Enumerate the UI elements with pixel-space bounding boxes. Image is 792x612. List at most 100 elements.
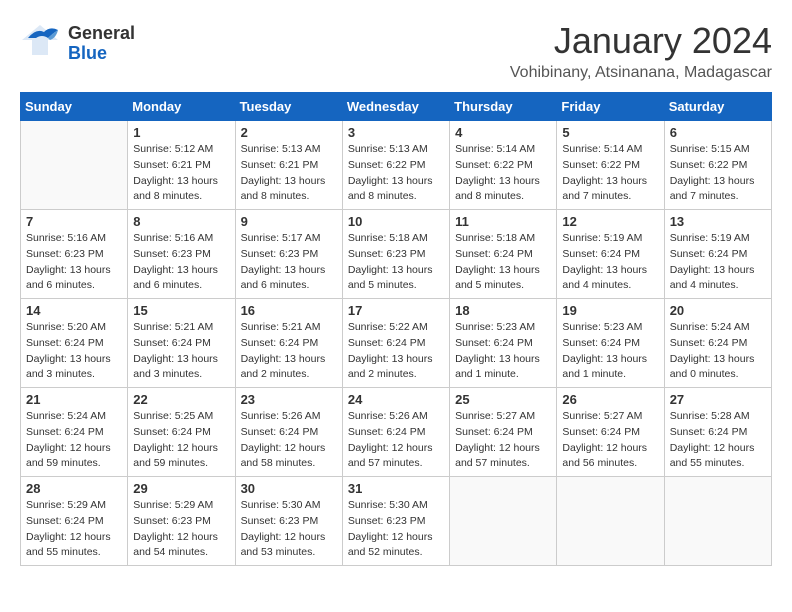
calendar-cell: 5 Sunrise: 5:14 AM Sunset: 6:22 PM Daylig… xyxy=(557,121,664,210)
weekday-header-saturday: Saturday xyxy=(664,93,771,121)
day-number: 27 xyxy=(670,392,766,407)
day-number: 5 xyxy=(562,125,658,140)
calendar-week-row: 1 Sunrise: 5:12 AM Sunset: 6:21 PM Daylig… xyxy=(21,121,772,210)
day-number: 6 xyxy=(670,125,766,140)
logo-general: General xyxy=(68,24,135,44)
day-number: 24 xyxy=(348,392,444,407)
calendar-cell: 1 Sunrise: 5:12 AM Sunset: 6:21 PM Daylig… xyxy=(128,121,235,210)
calendar-week-row: 14Sunrise: 5:20 AM Sunset: 6:24 PM Dayli… xyxy=(21,299,772,388)
weekday-header-thursday: Thursday xyxy=(450,93,557,121)
day-number: 25 xyxy=(455,392,551,407)
day-info: Sunrise: 5:16 AM Sunset: 6:23 PM Dayligh… xyxy=(26,231,122,294)
calendar-cell: 13Sunrise: 5:19 AM Sunset: 6:24 PM Dayli… xyxy=(664,210,771,299)
calendar-cell: 3Sunrise: 5:13 AM Sunset: 6:22 PM Daylig… xyxy=(342,121,449,210)
logo-text: General Blue xyxy=(68,24,135,64)
calendar-cell: 27 Sunrise: 5:28 AM Sunset: 6:24 PM Dayli… xyxy=(664,388,771,477)
day-info: Sunrise: 5:16 AM Sunset: 6:23 PM Dayligh… xyxy=(133,231,229,294)
day-number: 11 xyxy=(455,214,551,229)
day-info: Sunrise: 5:26 AM Sunset: 6:24 PM Dayligh… xyxy=(348,409,444,472)
day-info: Sunrise: 5:14 AM Sunset: 6:22 PM Dayligh… xyxy=(455,142,551,205)
calendar-week-row: 7 Sunrise: 5:16 AM Sunset: 6:23 PM Daylig… xyxy=(21,210,772,299)
day-info: Sunrise: 5:19 AM Sunset: 6:24 PM Dayligh… xyxy=(562,231,658,294)
day-info: Sunrise: 5:24 AM Sunset: 6:24 PM Dayligh… xyxy=(670,320,766,383)
weekday-header-tuesday: Tuesday xyxy=(235,93,342,121)
day-info: Sunrise: 5:27 AM Sunset: 6:24 PM Dayligh… xyxy=(562,409,658,472)
day-number: 22 xyxy=(133,392,229,407)
calendar-cell: 20Sunrise: 5:24 AM Sunset: 6:24 PM Dayli… xyxy=(664,299,771,388)
calendar-cell: 19Sunrise: 5:23 AM Sunset: 6:24 PM Dayli… xyxy=(557,299,664,388)
calendar-cell: 24 Sunrise: 5:26 AM Sunset: 6:24 PM Dayli… xyxy=(342,388,449,477)
day-number: 23 xyxy=(241,392,337,407)
calendar-cell xyxy=(557,477,664,566)
calendar-cell: 18 Sunrise: 5:23 AM Sunset: 6:24 PM Dayli… xyxy=(450,299,557,388)
day-number: 26 xyxy=(562,392,658,407)
day-info: Sunrise: 5:24 AM Sunset: 6:24 PM Dayligh… xyxy=(26,409,122,472)
day-info: Sunrise: 5:22 AM Sunset: 6:24 PM Dayligh… xyxy=(348,320,444,383)
day-info: Sunrise: 5:29 AM Sunset: 6:24 PM Dayligh… xyxy=(26,498,122,561)
calendar-cell: 17 Sunrise: 5:22 AM Sunset: 6:24 PM Dayli… xyxy=(342,299,449,388)
day-info: Sunrise: 5:25 AM Sunset: 6:24 PM Dayligh… xyxy=(133,409,229,472)
day-number: 1 xyxy=(133,125,229,140)
calendar-cell: 6 Sunrise: 5:15 AM Sunset: 6:22 PM Daylig… xyxy=(664,121,771,210)
day-info: Sunrise: 5:21 AM Sunset: 6:24 PM Dayligh… xyxy=(133,320,229,383)
day-info: Sunrise: 5:13 AM Sunset: 6:21 PM Dayligh… xyxy=(241,142,337,205)
day-info: Sunrise: 5:18 AM Sunset: 6:24 PM Dayligh… xyxy=(455,231,551,294)
day-number: 15 xyxy=(133,303,229,318)
title-section: January 2024 Vohibinany, Atsinanana, Mad… xyxy=(510,20,772,82)
calendar-cell: 9Sunrise: 5:17 AM Sunset: 6:23 PM Daylig… xyxy=(235,210,342,299)
calendar-cell xyxy=(664,477,771,566)
calendar-cell: 7 Sunrise: 5:16 AM Sunset: 6:23 PM Daylig… xyxy=(21,210,128,299)
calendar-cell: 8 Sunrise: 5:16 AM Sunset: 6:23 PM Daylig… xyxy=(128,210,235,299)
calendar-cell: 22 Sunrise: 5:25 AM Sunset: 6:24 PM Dayli… xyxy=(128,388,235,477)
calendar-cell: 30Sunrise: 5:30 AM Sunset: 6:23 PM Dayli… xyxy=(235,477,342,566)
calendar-cell xyxy=(450,477,557,566)
logo: General Blue xyxy=(20,20,135,68)
day-number: 12 xyxy=(562,214,658,229)
calendar-cell: 2 Sunrise: 5:13 AM Sunset: 6:21 PM Daylig… xyxy=(235,121,342,210)
day-info: Sunrise: 5:28 AM Sunset: 6:24 PM Dayligh… xyxy=(670,409,766,472)
calendar-cell: 23Sunrise: 5:26 AM Sunset: 6:24 PM Dayli… xyxy=(235,388,342,477)
calendar-cell: 31Sunrise: 5:30 AM Sunset: 6:23 PM Dayli… xyxy=(342,477,449,566)
day-number: 16 xyxy=(241,303,337,318)
day-number: 18 xyxy=(455,303,551,318)
calendar-cell: 4 Sunrise: 5:14 AM Sunset: 6:22 PM Daylig… xyxy=(450,121,557,210)
calendar-cell: 15 Sunrise: 5:21 AM Sunset: 6:24 PM Dayli… xyxy=(128,299,235,388)
month-year-title: January 2024 xyxy=(510,20,772,62)
day-info: Sunrise: 5:17 AM Sunset: 6:23 PM Dayligh… xyxy=(241,231,337,294)
logo-blue: Blue xyxy=(68,44,135,64)
calendar-cell: 11 Sunrise: 5:18 AM Sunset: 6:24 PM Dayli… xyxy=(450,210,557,299)
calendar-cell: 29Sunrise: 5:29 AM Sunset: 6:23 PM Dayli… xyxy=(128,477,235,566)
day-info: Sunrise: 5:18 AM Sunset: 6:23 PM Dayligh… xyxy=(348,231,444,294)
day-number: 7 xyxy=(26,214,122,229)
day-info: Sunrise: 5:20 AM Sunset: 6:24 PM Dayligh… xyxy=(26,320,122,383)
day-info: Sunrise: 5:29 AM Sunset: 6:23 PM Dayligh… xyxy=(133,498,229,561)
calendar-cell: 14Sunrise: 5:20 AM Sunset: 6:24 PM Dayli… xyxy=(21,299,128,388)
logo-bird-icon xyxy=(20,20,60,68)
calendar-cell: 12 Sunrise: 5:19 AM Sunset: 6:24 PM Dayli… xyxy=(557,210,664,299)
day-info: Sunrise: 5:12 AM Sunset: 6:21 PM Dayligh… xyxy=(133,142,229,205)
day-number: 13 xyxy=(670,214,766,229)
calendar-cell: 16 Sunrise: 5:21 AM Sunset: 6:24 PM Dayli… xyxy=(235,299,342,388)
day-number: 28 xyxy=(26,481,122,496)
day-number: 30 xyxy=(241,481,337,496)
calendar-cell: 21Sunrise: 5:24 AM Sunset: 6:24 PM Dayli… xyxy=(21,388,128,477)
day-number: 17 xyxy=(348,303,444,318)
day-number: 4 xyxy=(455,125,551,140)
day-info: Sunrise: 5:21 AM Sunset: 6:24 PM Dayligh… xyxy=(241,320,337,383)
day-info: Sunrise: 5:30 AM Sunset: 6:23 PM Dayligh… xyxy=(348,498,444,561)
calendar-cell: 26 Sunrise: 5:27 AM Sunset: 6:24 PM Dayli… xyxy=(557,388,664,477)
calendar-week-row: 28 Sunrise: 5:29 AM Sunset: 6:24 PM Dayli… xyxy=(21,477,772,566)
day-info: Sunrise: 5:14 AM Sunset: 6:22 PM Dayligh… xyxy=(562,142,658,205)
day-info: Sunrise: 5:23 AM Sunset: 6:24 PM Dayligh… xyxy=(455,320,551,383)
day-number: 2 xyxy=(241,125,337,140)
day-info: Sunrise: 5:27 AM Sunset: 6:24 PM Dayligh… xyxy=(455,409,551,472)
day-number: 3 xyxy=(348,125,444,140)
day-number: 19 xyxy=(562,303,658,318)
calendar-table: SundayMondayTuesdayWednesdayThursdayFrid… xyxy=(20,92,772,566)
calendar-week-row: 21Sunrise: 5:24 AM Sunset: 6:24 PM Dayli… xyxy=(21,388,772,477)
calendar-cell: 28 Sunrise: 5:29 AM Sunset: 6:24 PM Dayli… xyxy=(21,477,128,566)
day-number: 10 xyxy=(348,214,444,229)
day-info: Sunrise: 5:15 AM Sunset: 6:22 PM Dayligh… xyxy=(670,142,766,205)
weekday-header-friday: Friday xyxy=(557,93,664,121)
day-number: 8 xyxy=(133,214,229,229)
